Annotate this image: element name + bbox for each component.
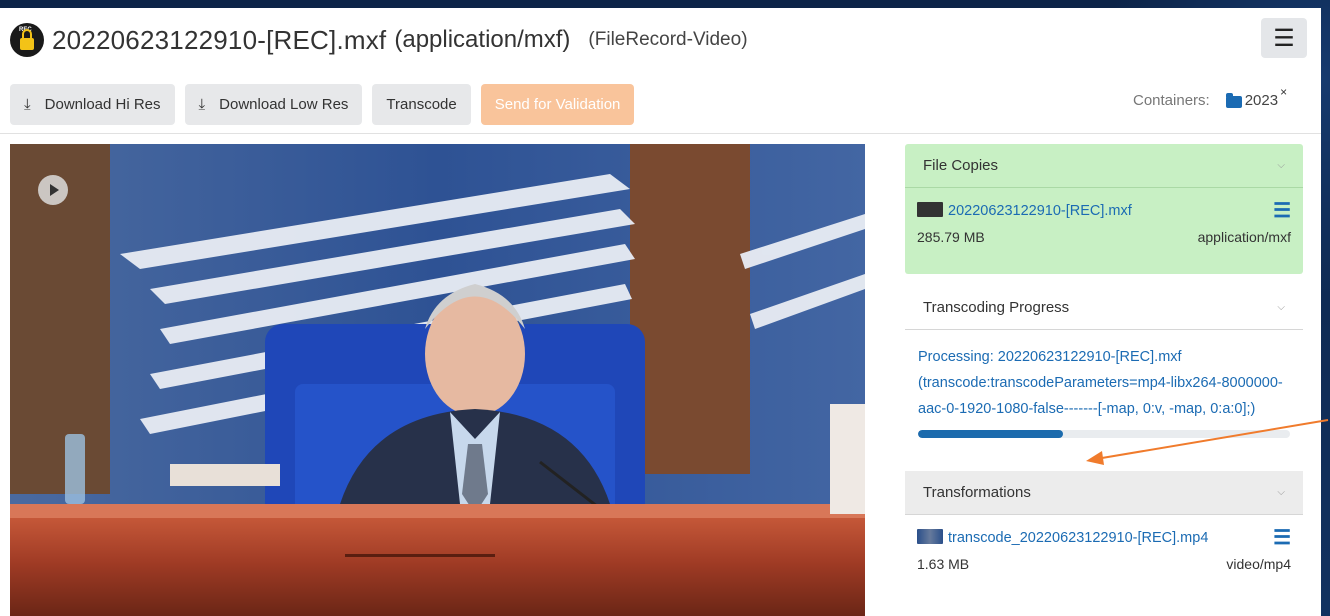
list-item: transcode_20220623122910-[REC].mp4 ☰ 1.6… [905, 515, 1303, 572]
send-for-validation-button[interactable]: Send for Validation [480, 84, 635, 125]
file-name-title: 20220623122910-[REC].mxf [52, 24, 387, 55]
remove-container-icon[interactable]: × [1280, 85, 1287, 99]
download-hi-res-button[interactable]: ⤓ Download Hi Res [10, 84, 175, 125]
download-icon: ⤓ [198, 96, 206, 113]
header-divider [0, 133, 1321, 134]
page-title: REC 20220623122910-[REC].mxf (applicatio… [10, 20, 748, 60]
transcode-button[interactable]: Transcode [372, 84, 471, 125]
file-copy-menu-icon[interactable]: ☰ [1273, 198, 1291, 223]
play-icon[interactable] [38, 175, 68, 205]
video-thumbnail-icon [917, 528, 943, 544]
transcode-label: Transcode [386, 96, 457, 113]
record-type: (FileRecord-Video) [588, 29, 748, 50]
file-mime-type: (application/mxf) [394, 26, 571, 53]
transformation-link[interactable]: transcode_20220623122910-[REC].mp4 [948, 530, 1208, 546]
folder-icon [1225, 92, 1242, 108]
list-item: 20220623122910-[REC].mxf ☰ 285.79 MB app… [905, 188, 1303, 245]
annotation-arrow [1086, 419, 1329, 465]
file-record-panel: REC 20220623122910-[REC].mxf (applicatio… [0, 8, 1321, 616]
toolbar: ⤓ Download Hi Res ⤓ Download Low Res Tra… [10, 84, 635, 125]
file-mime: application/mxf [1197, 229, 1291, 245]
transcoding-progress-title: Transcoding Progress [923, 299, 1070, 316]
send-for-validation-label: Send for Validation [494, 96, 621, 113]
download-low-res-label: Download Low Res [219, 96, 349, 113]
transformation-size: 1.63 MB [917, 556, 970, 572]
video-thumbnail-icon [917, 201, 943, 217]
chevron-down-icon: ⌵ [1277, 160, 1285, 171]
download-hi-res-label: Download Hi Res [44, 96, 161, 113]
file-copies-card: File Copies ⌵ 20220623122910-[REC].mxf ☰… [905, 144, 1303, 274]
transformations-title: Transformations [923, 484, 1031, 501]
file-copies-title: File Copies [923, 157, 999, 174]
app-logo-icon: REC [10, 23, 44, 57]
transformations-header[interactable]: Transformations ⌵ [905, 471, 1303, 514]
file-size: 285.79 MB [917, 229, 985, 245]
transcoding-status-text: Processing: 20220623122910-[REC].mxf (tr… [918, 349, 1283, 417]
video-frame [10, 144, 865, 616]
transformation-mime: video/mp4 [1226, 556, 1291, 572]
file-copy-link[interactable]: 20220623122910-[REC].mxf [948, 203, 1132, 219]
download-icon: ⤓ [24, 96, 31, 113]
transcoding-progress-header[interactable]: Transcoding Progress ⌵ [905, 286, 1303, 329]
chevron-down-icon: ⌵ [1277, 487, 1285, 498]
hamburger-icon: ☰ [1273, 24, 1295, 52]
containers-list: Containers: 2023 × [1133, 85, 1287, 110]
containers-label: Containers: [1133, 92, 1210, 109]
hamburger-menu-button[interactable]: ☰ [1261, 18, 1307, 58]
file-copies-header[interactable]: File Copies ⌵ [905, 144, 1303, 187]
chevron-down-icon: ⌵ [1277, 302, 1285, 313]
download-low-res-button[interactable]: ⤓ Download Low Res [184, 84, 363, 125]
sidebar: File Copies ⌵ 20220623122910-[REC].mxf ☰… [905, 144, 1303, 572]
transformations-card: Transformations ⌵ transcode_202206231229… [905, 471, 1303, 572]
progress-bar-fill [918, 430, 1064, 438]
container-link-2023[interactable]: 2023 [1245, 92, 1278, 109]
video-player[interactable] [10, 144, 865, 616]
transformation-menu-icon[interactable]: ☰ [1273, 525, 1291, 550]
